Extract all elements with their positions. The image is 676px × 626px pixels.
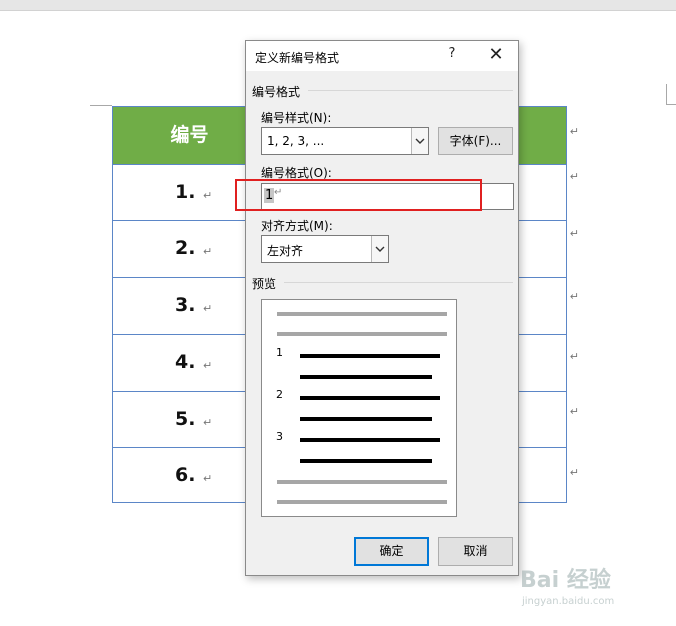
preview-gray-line	[277, 312, 447, 316]
preview-box: 1 2 3	[261, 299, 457, 517]
preview-number: 3	[276, 430, 283, 443]
preview-number: 1	[276, 346, 283, 359]
cancel-button[interactable]: 取消	[438, 537, 513, 566]
row-number: 4.	[175, 351, 196, 373]
preview-black-line	[300, 375, 432, 379]
font-button[interactable]: 字体(F)...	[438, 127, 513, 155]
section-divider	[284, 282, 513, 283]
preview-black-line	[300, 438, 440, 442]
row-number: 5.	[175, 408, 196, 430]
number-style-label: 编号样式(N):	[261, 111, 332, 125]
row-number: 6.	[175, 464, 196, 486]
row-number: 3.	[175, 294, 196, 316]
paragraph-mark: ↵	[203, 416, 213, 429]
margin-mark-right-h	[666, 104, 676, 105]
paragraph-mark: ↵	[203, 359, 213, 372]
number-style-value: 1, 2, 3, ...	[267, 134, 325, 148]
paragraph-mark: ↵	[203, 245, 213, 258]
baidu-watermark-logo: Bai 经验 jingyan.baidu.com	[516, 560, 676, 626]
preview-black-line	[300, 354, 440, 358]
row-end-mark: ↵	[569, 227, 579, 240]
dialog-titlebar[interactable]: 定义新编号格式 ? ✕	[246, 41, 518, 71]
define-number-format-dialog: 定义新编号格式 ? ✕ 编号格式 编号样式(N): 1, 2, 3, ... 字…	[245, 40, 519, 576]
preview-black-line	[300, 396, 440, 400]
row-end-mark: ↵	[569, 405, 579, 418]
margin-mark-left	[90, 105, 112, 106]
ok-button[interactable]: 确定	[354, 537, 429, 566]
section-divider	[308, 90, 513, 91]
alignment-label: 对齐方式(M):	[261, 219, 333, 233]
window-top-strip	[0, 0, 676, 11]
watermark-url: jingyan.baidu.com	[522, 596, 615, 607]
section-number-format-label: 编号格式	[252, 85, 301, 99]
row-end-mark: ↵	[569, 125, 579, 138]
preview-gray-line	[277, 480, 447, 484]
row-number: 1.	[175, 181, 196, 203]
paragraph-mark: ↵	[203, 472, 213, 485]
row-number: 2.	[175, 237, 196, 259]
row-end-mark: ↵	[569, 170, 579, 183]
table-header-label: 编号	[170, 124, 209, 146]
section-preview-label: 预览	[252, 277, 277, 291]
help-button[interactable]: ?	[444, 46, 460, 64]
annotation-highlight-box	[235, 179, 482, 211]
alignment-select[interactable]: 左对齐	[261, 235, 389, 263]
watermark-brand: Bai 经验	[520, 568, 611, 593]
close-button[interactable]: ✕	[486, 45, 506, 65]
alignment-value: 左对齐	[267, 244, 304, 258]
paragraph-mark: ↵	[203, 189, 213, 202]
margin-mark-right	[666, 84, 667, 105]
row-end-mark: ↵	[569, 290, 579, 303]
dialog-title: 定义新编号格式	[255, 51, 340, 65]
preview-black-line	[300, 417, 432, 421]
chevron-down-icon[interactable]	[371, 236, 388, 262]
preview-gray-line	[277, 332, 447, 336]
row-end-mark: ↵	[569, 350, 579, 363]
preview-black-line	[300, 459, 432, 463]
row-end-mark: ↵	[569, 466, 579, 479]
number-style-select[interactable]: 1, 2, 3, ...	[261, 127, 429, 155]
preview-gray-line	[277, 500, 447, 504]
paragraph-mark: ↵	[203, 302, 213, 315]
preview-number: 2	[276, 388, 283, 401]
chevron-down-icon[interactable]	[411, 128, 428, 154]
